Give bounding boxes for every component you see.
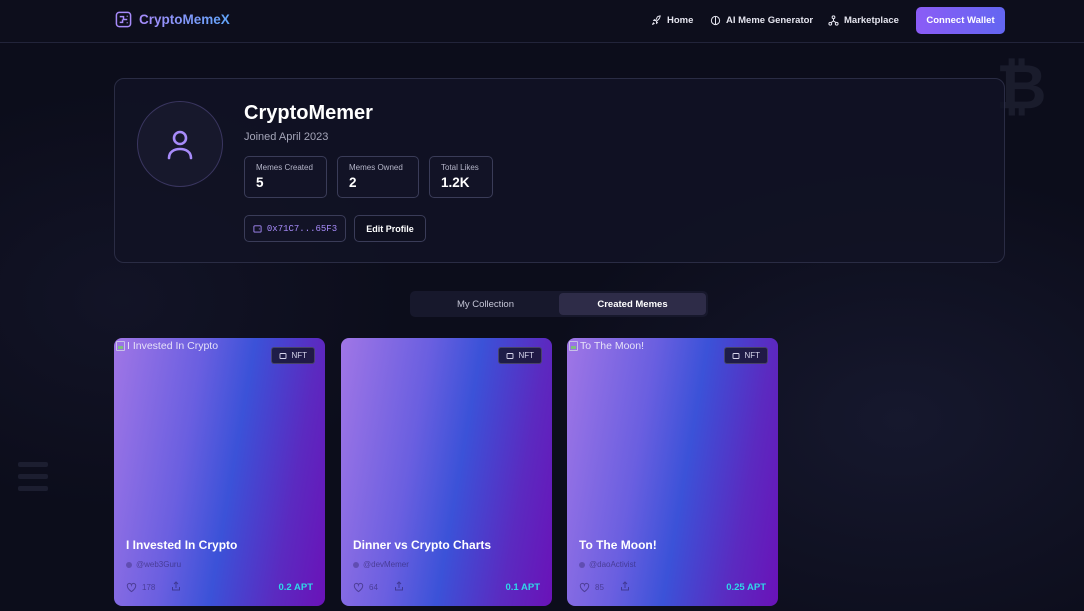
profile-joined-date: Joined April 2023 — [244, 131, 329, 143]
meme-creator[interactable]: @devMemer — [353, 560, 409, 569]
connect-wallet-button[interactable]: Connect Wallet — [916, 7, 1005, 34]
brand-name: CryptoMemeX — [139, 12, 230, 27]
navbar: CryptoMemeX Home AI Meme Generator Marke… — [0, 0, 1084, 43]
meme-card-footer: 64 0.1 APT — [353, 580, 540, 594]
nav-ai-generator-label: AI Meme Generator — [726, 15, 814, 26]
tab-created-memes[interactable]: Created Memes — [559, 293, 706, 315]
meme-image-alt: To The Moon! — [580, 340, 645, 352]
stat-memes-owned: Memes Owned 2 — [337, 156, 419, 198]
nft-badge-label: NFT — [744, 351, 760, 360]
nav-home-label: Home — [667, 15, 694, 26]
share-button[interactable] — [171, 578, 181, 596]
creator-avatar — [579, 561, 585, 568]
broken-image-icon — [116, 341, 125, 351]
like-button[interactable]: 85 — [579, 582, 604, 593]
nft-badge-label: NFT — [518, 351, 534, 360]
share-button[interactable] — [620, 578, 630, 596]
meme-card[interactable]: To The Moon! NFT To The Moon! @daoActivi… — [567, 338, 778, 606]
meme-creator[interactable]: @web3Guru — [126, 560, 181, 569]
share-icon — [394, 581, 403, 591]
rocket-icon — [651, 15, 661, 26]
stat-value: 1.2K — [441, 175, 470, 190]
decorative-lines-icon — [18, 462, 48, 498]
wallet-icon — [253, 225, 262, 233]
meme-card-footer: 178 0.2 APT — [126, 580, 313, 594]
heart-icon — [353, 582, 364, 592]
brand-logo[interactable]: CryptoMemeX — [115, 11, 230, 28]
stat-value: 5 — [256, 175, 264, 190]
meme-image: I Invested In Crypto — [116, 340, 218, 352]
nft-tag-icon — [506, 352, 514, 359]
nav-ai-generator-link[interactable]: AI Meme Generator — [710, 15, 813, 26]
meme-price: 0.2 APT — [278, 581, 314, 593]
stat-memes-created: Memes Created 5 — [244, 156, 327, 198]
nft-badge-label: NFT — [291, 351, 307, 360]
like-button[interactable]: 178 — [126, 582, 155, 593]
nav-marketplace-label: Marketplace — [844, 15, 899, 26]
nft-badge: NFT — [271, 347, 315, 364]
meme-card[interactable]: I Invested In Crypto NFT I Invested In C… — [114, 338, 325, 606]
stat-total-likes: Total Likes 1.2K — [429, 156, 493, 198]
meme-card-footer: 85 0.25 APT — [579, 580, 766, 594]
nav-marketplace-link[interactable]: Marketplace — [828, 15, 899, 26]
creator-handle: @daoActivist — [589, 560, 636, 569]
profile-username: CryptoMemer — [244, 102, 373, 124]
edit-profile-button[interactable]: Edit Profile — [354, 215, 426, 242]
creator-handle: @web3Guru — [136, 560, 182, 569]
avatar — [137, 101, 223, 187]
meme-title: To The Moon! — [579, 538, 657, 552]
network-icon — [828, 15, 839, 26]
stat-label: Memes Owned — [349, 163, 403, 172]
nft-tag-icon — [732, 352, 740, 359]
like-count: 64 — [369, 582, 378, 592]
wallet-address-button[interactable]: 0x71C7...65F3 — [244, 215, 346, 242]
stat-label: Total Likes — [441, 163, 479, 172]
nft-tag-icon — [279, 352, 287, 359]
creator-handle: @devMemer — [363, 560, 409, 569]
profile-card: CryptoMemer Joined April 2023 Memes Crea… — [114, 78, 1005, 263]
wallet-address: 0x71C7...65F3 — [266, 223, 338, 234]
nft-badge: NFT — [724, 347, 768, 364]
stat-value: 2 — [349, 175, 357, 190]
nft-badge: NFT — [498, 347, 542, 364]
creator-avatar — [126, 561, 132, 568]
broken-image-icon — [569, 341, 578, 351]
meme-title: Dinner vs Crypto Charts — [353, 538, 492, 552]
meme-title: I Invested In Crypto — [126, 538, 238, 552]
like-count: 85 — [595, 582, 604, 592]
heart-icon — [126, 582, 137, 592]
brain-icon — [710, 15, 721, 26]
share-icon — [172, 581, 181, 591]
nav-home-link[interactable]: Home — [651, 15, 693, 26]
meme-price: 0.1 APT — [505, 581, 541, 593]
share-icon — [620, 581, 629, 591]
meme-image-alt: I Invested In Crypto — [127, 340, 219, 352]
creator-avatar — [353, 561, 359, 568]
user-icon — [167, 130, 193, 160]
like-button[interactable]: 64 — [353, 582, 378, 593]
meme-price: 0.25 APT — [726, 581, 766, 593]
tab-my-collection[interactable]: My Collection — [412, 293, 559, 315]
meme-image: To The Moon! — [569, 340, 644, 352]
profile-tabs: My Collection Created Memes — [410, 291, 708, 317]
meme-creator[interactable]: @daoActivist — [579, 560, 636, 569]
like-count: 178 — [142, 582, 156, 592]
meme-card[interactable]: NFT Dinner vs Crypto Charts @devMemer 64… — [341, 338, 552, 606]
heart-icon — [579, 582, 590, 592]
share-button[interactable] — [394, 578, 404, 596]
stat-label: Memes Created — [256, 163, 313, 172]
brand-chip-icon — [115, 11, 132, 28]
